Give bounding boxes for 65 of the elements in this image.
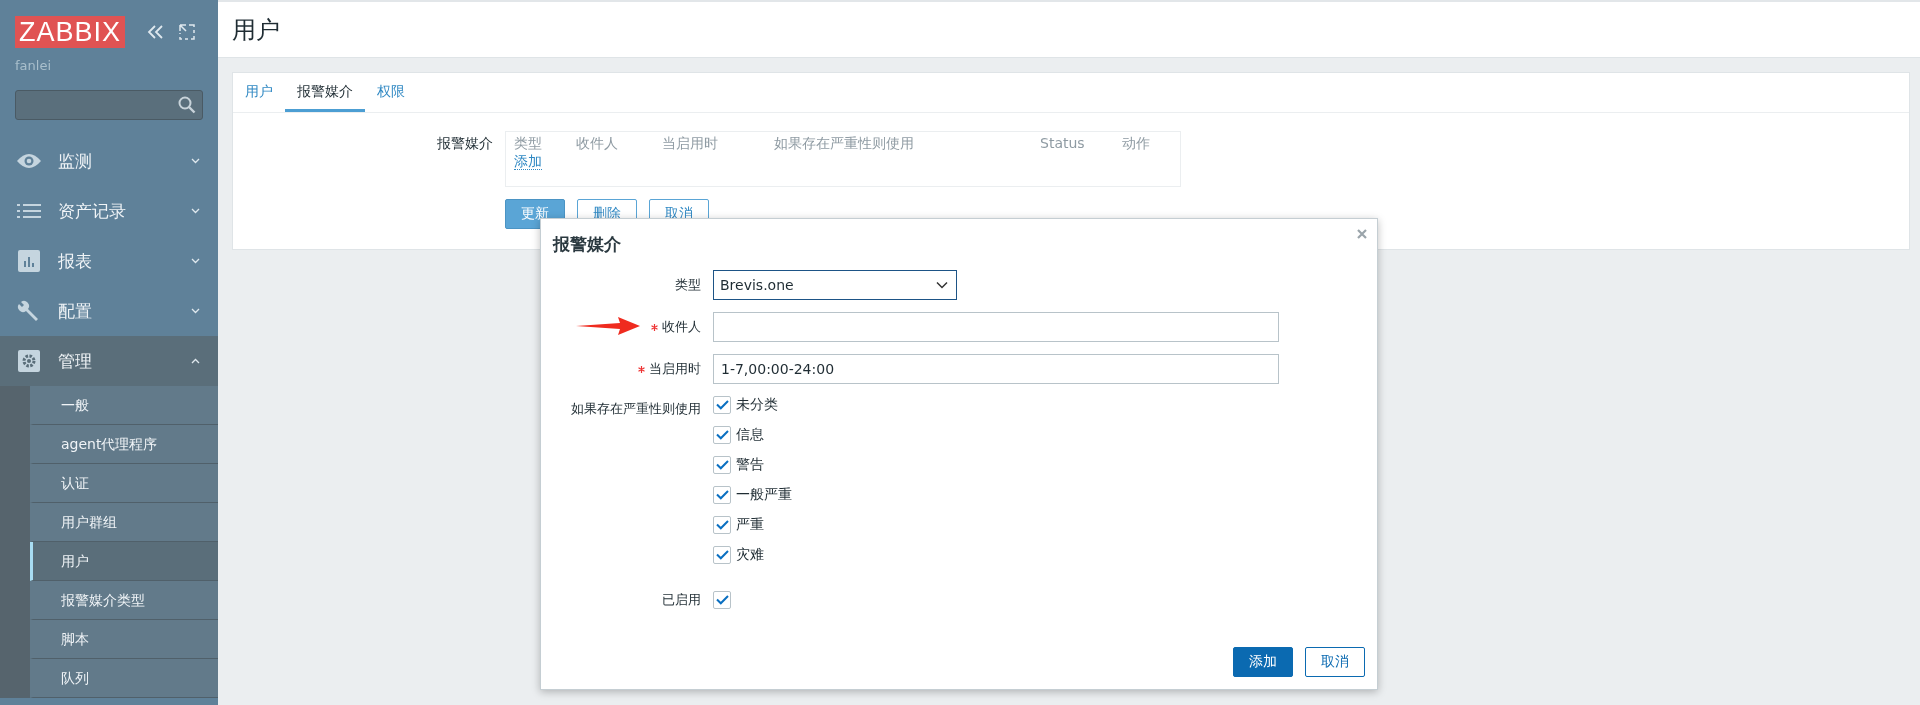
list-icon xyxy=(16,204,42,218)
submenu-item[interactable]: 一般 xyxy=(30,386,218,425)
recipient-field[interactable] xyxy=(713,312,1279,342)
tab[interactable]: 权限 xyxy=(365,73,417,112)
submenu-item[interactable]: 报警媒介类型 xyxy=(30,581,218,620)
checkbox[interactable] xyxy=(713,456,731,474)
chevron-icon xyxy=(191,308,200,314)
fullscreen-icon[interactable] xyxy=(179,24,196,40)
menu-item[interactable]: 资产记录 xyxy=(0,186,218,236)
tab[interactable]: 用户 xyxy=(233,73,285,112)
column-header: 收件人 xyxy=(576,135,619,153)
bar-chart-icon xyxy=(16,250,42,272)
submenu-item[interactable]: 用户群组 xyxy=(30,503,218,542)
field-label: 已启用 xyxy=(662,591,701,609)
submenu-item[interactable]: 队列 xyxy=(30,659,218,698)
checkbox[interactable] xyxy=(713,591,731,609)
field-label: 类型 xyxy=(675,276,701,294)
search-field[interactable] xyxy=(15,90,203,120)
tab[interactable]: 报警媒介 xyxy=(285,73,365,112)
chevron-icon xyxy=(191,358,200,364)
logo: ZABBIX xyxy=(15,16,126,48)
submenu-item[interactable]: agent代理程序 xyxy=(30,425,218,464)
menu-item[interactable]: 配置 xyxy=(0,286,218,336)
eye-icon xyxy=(16,153,42,169)
field-label: 收件人 xyxy=(662,318,701,336)
column-header: 当启用时 xyxy=(662,135,719,153)
checkbox[interactable] xyxy=(713,486,731,504)
checkbox[interactable] xyxy=(713,426,731,444)
column-header: 动作 xyxy=(1122,135,1150,153)
menu-item[interactable]: 报表 xyxy=(0,236,218,286)
chevron-icon xyxy=(191,258,200,264)
period-field[interactable]: 1-7,00:00-24:00 xyxy=(713,354,1279,384)
checkbox-label: 灾难 xyxy=(736,546,764,564)
page-title: 用户 xyxy=(232,14,280,46)
gear-icon xyxy=(16,350,42,372)
checkbox-label: 严重 xyxy=(736,516,764,534)
submenu-item[interactable]: 用户 xyxy=(30,542,218,581)
field-label: 报警媒介 xyxy=(436,134,493,153)
checkbox-label: 警告 xyxy=(736,456,764,474)
checkbox-label: 信息 xyxy=(736,426,764,444)
dialog-title: 报警媒介 xyxy=(553,233,621,256)
field-label: 当启用时 xyxy=(649,360,701,378)
dialog-button[interactable]: 添加 xyxy=(1233,647,1293,677)
chevron-icon xyxy=(191,158,200,164)
username: fanlei xyxy=(14,57,52,75)
search-icon[interactable] xyxy=(178,96,196,114)
submenu-item[interactable]: 脚本 xyxy=(30,620,218,659)
field-label: 如果存在严重性则使用 xyxy=(571,400,701,418)
column-header: 类型 xyxy=(514,135,543,153)
checkbox[interactable] xyxy=(713,546,731,564)
dialog-button[interactable]: 取消 xyxy=(1305,647,1365,677)
submenu-item[interactable]: 认证 xyxy=(30,464,218,503)
checkbox-label: 未分类 xyxy=(736,396,778,414)
menu-item[interactable]: 监测 xyxy=(0,136,218,186)
chevron-icon xyxy=(191,208,200,214)
dropdown-caret-icon xyxy=(936,281,948,289)
add-link[interactable]: 添加 xyxy=(514,153,542,170)
type-select[interactable]: Brevis.one xyxy=(713,270,957,300)
column-header: Status xyxy=(1040,135,1086,153)
menu-item[interactable]: 管理 xyxy=(0,336,218,386)
checkbox[interactable] xyxy=(713,516,731,534)
collapse-icon[interactable] xyxy=(147,25,166,39)
checkbox-label: 一般严重 xyxy=(736,486,792,504)
checkbox[interactable] xyxy=(713,396,731,414)
column-header: 如果存在严重性则使用 xyxy=(774,135,915,153)
